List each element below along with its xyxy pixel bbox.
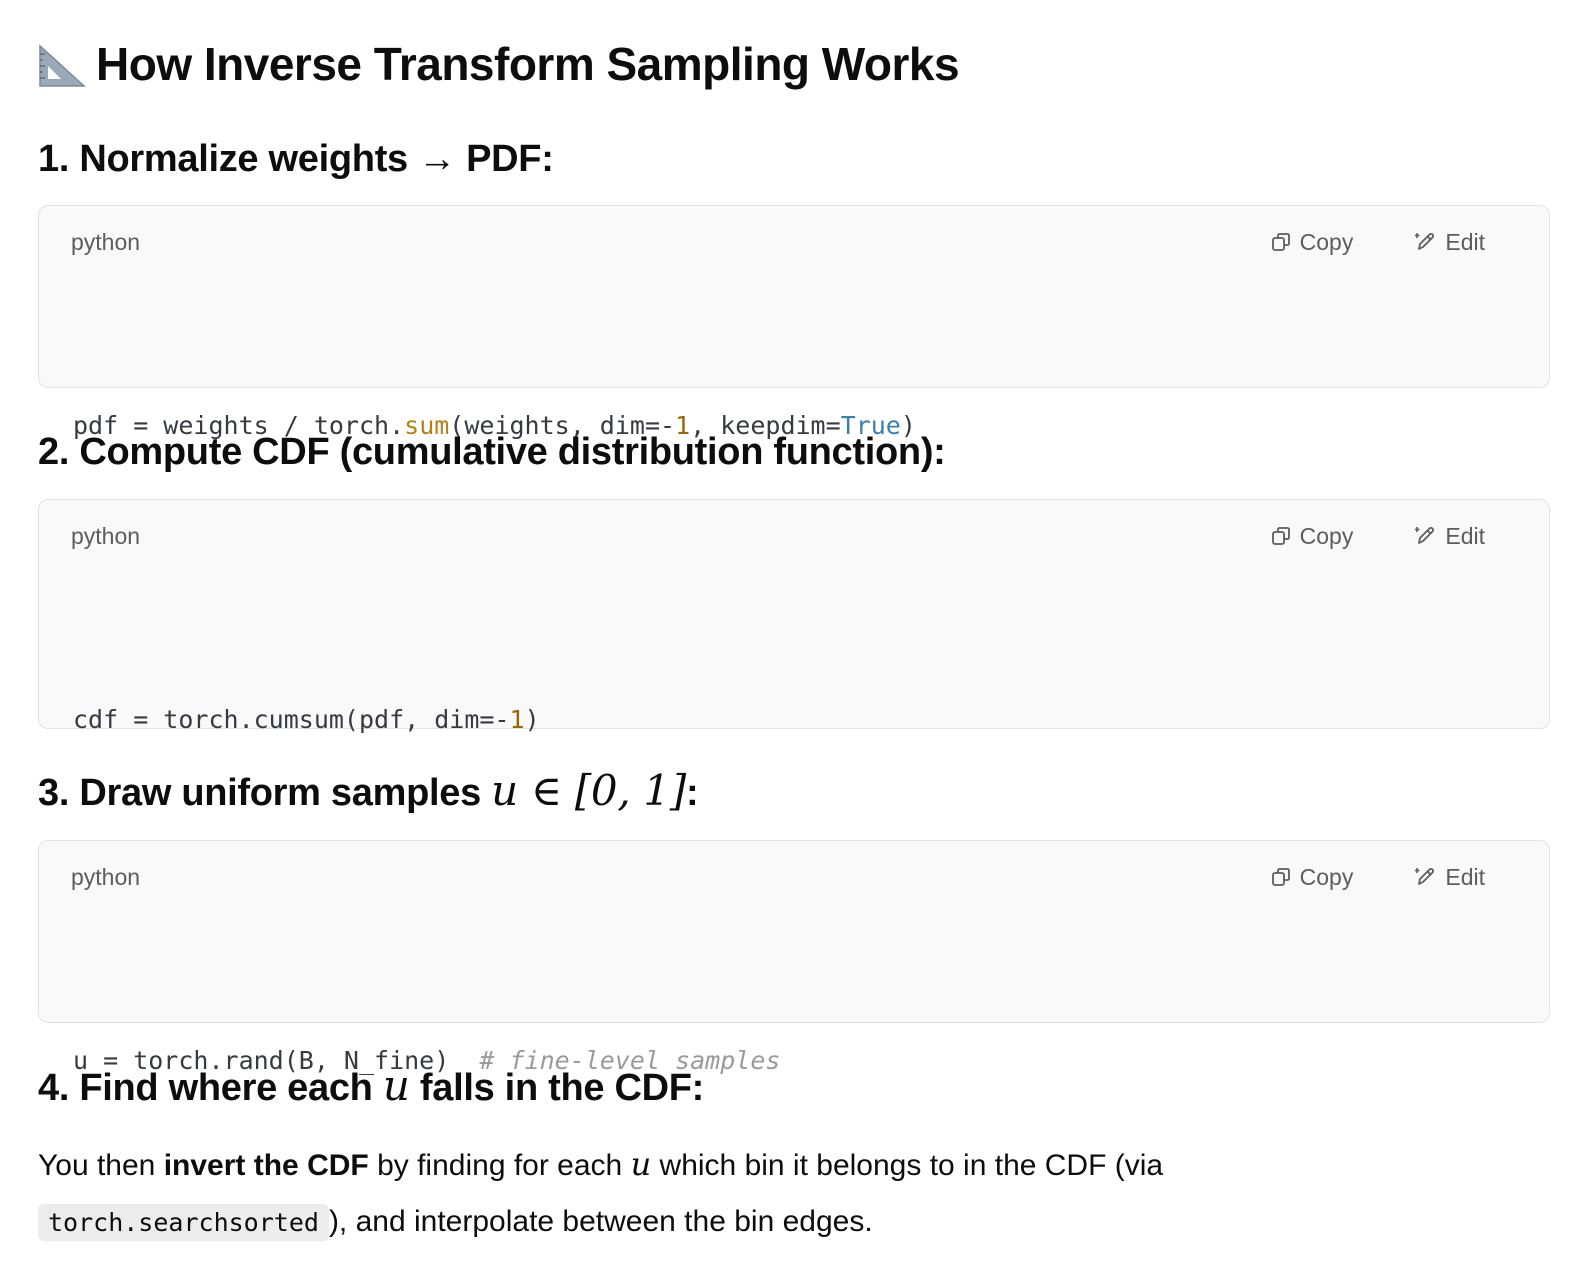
pencil-icon bbox=[1415, 868, 1435, 885]
copy-button[interactable]: Copy bbox=[1270, 229, 1353, 256]
pencil-icon bbox=[1415, 527, 1435, 544]
step-2-heading: 2. Compute CDF (cumulative distribution … bbox=[38, 431, 946, 473]
pencil-icon bbox=[1415, 233, 1435, 250]
edit-button[interactable]: Edit bbox=[1415, 229, 1485, 256]
step-3-heading: 3. Draw uniform samples u ∈ [0, 1]: bbox=[38, 766, 699, 815]
edit-button[interactable]: Edit bbox=[1415, 864, 1485, 891]
math-inline: u ∈ [0, 1] bbox=[491, 766, 686, 815]
code-block-2: python Copy Edit cdf = torch.cumsum(pdf,… bbox=[38, 499, 1550, 875]
copy-button[interactable]: Copy bbox=[1270, 523, 1353, 550]
math-inline: u bbox=[630, 1145, 652, 1183]
math-inline: u bbox=[382, 1061, 410, 1110]
code-block-3: python Copy Edit u = torch.rand(B, N_fin… bbox=[38, 840, 1550, 1075]
page-title: How Inverse Transform Sampling Works bbox=[38, 36, 960, 92]
code-language-label: python bbox=[71, 228, 141, 255]
code-language-label: python bbox=[71, 863, 141, 890]
copy-icon bbox=[1271, 233, 1290, 251]
edit-button[interactable]: Edit bbox=[1415, 523, 1485, 550]
copy-button[interactable]: Copy bbox=[1270, 864, 1353, 891]
bold-text: invert the CDF bbox=[163, 1149, 369, 1182]
code-language-label: python bbox=[71, 522, 141, 549]
step-1-heading: 1. Normalize weights → PDF: bbox=[38, 138, 554, 180]
inline-code: torch.searchsorted bbox=[38, 1204, 329, 1241]
copy-icon bbox=[1271, 868, 1290, 886]
triangular-ruler-icon bbox=[38, 40, 86, 88]
copy-icon bbox=[1271, 527, 1290, 545]
explanation-paragraph: You then invert the CDF by finding for e… bbox=[38, 1136, 1278, 1251]
code-line: cdf = torch.cumsum(pdf, dim=-1) bbox=[73, 705, 540, 734]
page-title-text: How Inverse Transform Sampling Works bbox=[96, 38, 960, 90]
step-4-heading: 4. Find where each u falls in the CDF: bbox=[38, 1061, 705, 1110]
code-block-1: python Copy Edit pdf = weights / torch.s… bbox=[38, 205, 1550, 440]
